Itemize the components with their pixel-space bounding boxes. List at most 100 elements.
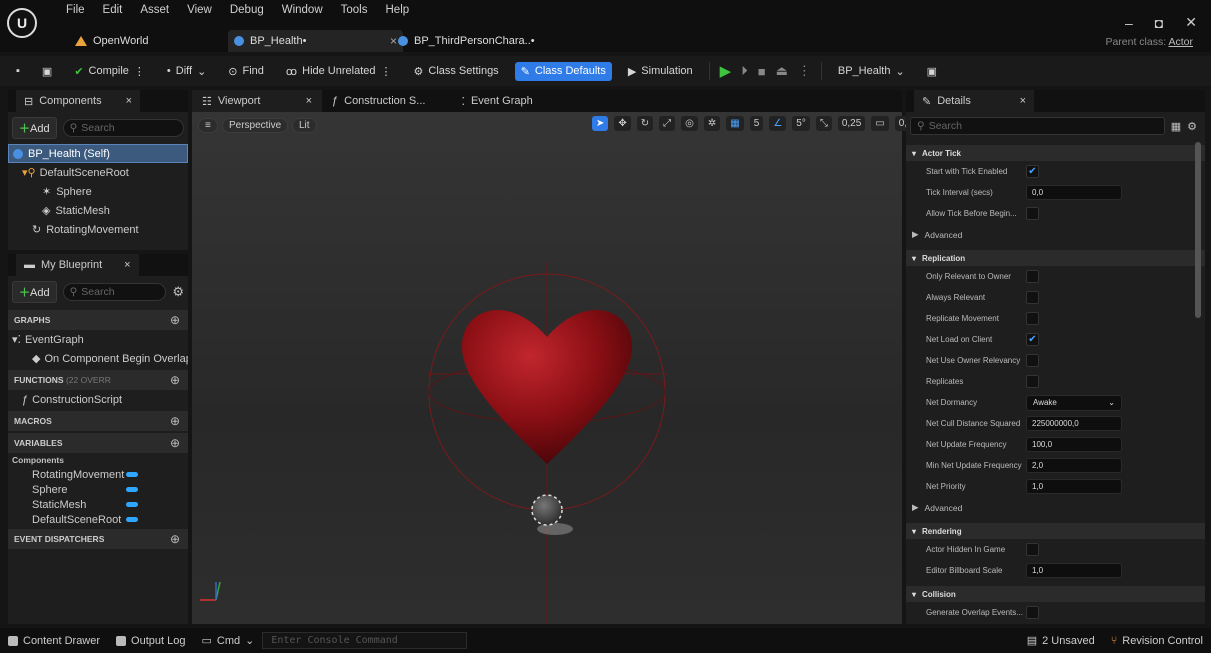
parent-class-link[interactable]: Actor [1168, 36, 1193, 48]
coordinate-space-icon[interactable]: ◎ [681, 116, 698, 131]
find-button[interactable]: ⊙ Find [222, 62, 270, 81]
view-mode-lit-button[interactable]: Lit [292, 118, 317, 133]
property-checkbox[interactable]: ✔ [1026, 333, 1039, 346]
output-log-button[interactable]: Output Log [108, 635, 193, 647]
surface-snap-icon[interactable]: ✲ [703, 116, 721, 131]
add-graph-icon[interactable]: ⊕ [170, 313, 180, 327]
hide-unrelated-button[interactable]: ꝏ Hide Unrelated ⋮ [280, 62, 398, 81]
settings-gear-icon[interactable]: ⚙ [172, 284, 184, 300]
event-dispatchers-section[interactable]: EVENT DISPATCHERS ⊕ [8, 529, 188, 549]
property-checkbox[interactable] [1026, 270, 1039, 283]
details-section-header[interactable]: ▾ Replication [906, 250, 1205, 266]
restore-icon[interactable]: ◘ [1155, 15, 1163, 31]
variable-row[interactable]: RotatingMovement [8, 467, 188, 482]
viewport-options-button[interactable]: ≡ [198, 118, 218, 133]
select-mode-icon[interactable]: ➤ [592, 116, 609, 131]
my-blueprint-tab[interactable]: ▬ My Blueprint × [16, 254, 139, 276]
property-number-input[interactable]: 2,0 [1026, 458, 1122, 473]
add-function-icon[interactable]: ⊕ [170, 373, 180, 387]
tree-item-constructionscript[interactable]: ƒ ConstructionScript [8, 390, 188, 409]
menu-file[interactable]: File [57, 4, 94, 16]
close-tab-icon[interactable]: × [390, 34, 397, 48]
browse-debug-icon[interactable]: ▣ [921, 62, 943, 81]
property-number-input[interactable]: 1,0 [1026, 479, 1122, 494]
menu-help[interactable]: Help [377, 4, 419, 16]
details-tab[interactable]: ✎ Details × [914, 90, 1034, 112]
perspective-button[interactable]: Perspective [222, 118, 289, 133]
grid-snap-icon[interactable]: ▦ [726, 116, 744, 131]
menu-asset[interactable]: Asset [131, 4, 178, 16]
unsaved-button[interactable]: ▤ 2 Unsaved [1019, 634, 1103, 648]
compile-button[interactable]: ✔ Compile ⋮ [68, 62, 151, 81]
property-matrix-icon[interactable]: ▦ [1171, 120, 1181, 133]
simulation-button[interactable]: ▶ Simulation [622, 62, 699, 81]
rotation-snap-value[interactable]: 5° [792, 116, 810, 131]
details-section-header[interactable]: ▾ Actor Tick [906, 145, 1205, 161]
components-search[interactable]: ⚲ Search [62, 119, 184, 137]
step-icon[interactable]: ⏵ [741, 63, 748, 79]
add-variable-icon[interactable]: ⊕ [170, 436, 180, 450]
menu-view[interactable]: View [178, 4, 221, 16]
scale-snap-value[interactable]: 0,25 [837, 116, 866, 131]
tab-bp-thirdperson[interactable]: BP_ThirdPersonChara..• [398, 30, 535, 52]
rotation-snap-icon[interactable]: ∠ [769, 116, 787, 131]
menu-debug[interactable]: Debug [221, 4, 273, 16]
property-checkbox[interactable] [1026, 543, 1039, 556]
class-settings-button[interactable]: ⚙ Class Settings [408, 62, 505, 81]
camera-speed-icon[interactable]: ▭ [871, 116, 889, 131]
property-number-input[interactable]: 100,0 [1026, 437, 1122, 452]
revision-control-button[interactable]: ⑂ Revision Control [1103, 635, 1211, 647]
variables-section[interactable]: VARIABLES ⊕ [8, 433, 188, 453]
tab-construction-script[interactable]: ƒ Construction S... [322, 90, 435, 112]
scale-icon[interactable]: ⤢ [659, 116, 676, 131]
tree-item-eventgraph[interactable]: ▾⁚ EventGraph [8, 330, 188, 349]
property-checkbox[interactable] [1026, 291, 1039, 304]
property-checkbox[interactable] [1026, 375, 1039, 388]
close-icon[interactable]: × [124, 259, 130, 271]
property-number-input[interactable]: 0,0 [1026, 185, 1122, 200]
components-tab[interactable]: ⊟ Components × [16, 90, 141, 112]
grid-size-value[interactable]: 5 [749, 116, 764, 131]
advanced-toggle[interactable]: ▶ Advanced [906, 224, 1205, 245]
graphs-section[interactable]: GRAPHS ⊕ [8, 310, 188, 330]
tab-bp-health[interactable]: BP_Health• × [228, 30, 403, 52]
cmd-dropdown[interactable]: ▭ Cmd ⌄ [193, 634, 262, 648]
close-icon[interactable]: × [126, 95, 132, 107]
details-section-header[interactable]: ▾ Collision [906, 586, 1205, 602]
menu-edit[interactable]: Edit [94, 4, 132, 16]
variable-row[interactable]: Sphere [8, 482, 188, 497]
console-input[interactable]: Enter Console Command [262, 632, 468, 649]
close-icon[interactable]: ✕ [1185, 14, 1197, 31]
blueprint-search[interactable]: ⚲ Search [62, 283, 167, 301]
tab-openworld[interactable]: OpenWorld [75, 30, 148, 52]
property-number-input[interactable]: 1,0 [1026, 563, 1122, 578]
details-section-header[interactable]: ▾ Rendering [906, 523, 1205, 539]
property-checkbox[interactable]: ✔ [1026, 165, 1039, 178]
stop-icon[interactable]: ■ [758, 64, 766, 79]
scale-snap-icon[interactable]: ⤡ [815, 116, 832, 131]
functions-section[interactable]: FUNCTIONS (22 OVERR ⊕ [8, 370, 188, 390]
class-defaults-button[interactable]: ✎ Class Defaults [514, 61, 612, 81]
close-icon[interactable]: × [306, 95, 312, 107]
variable-row[interactable]: StaticMesh [8, 497, 188, 512]
rotate-icon[interactable]: ↻ [636, 116, 654, 131]
property-checkbox[interactable] [1026, 354, 1039, 367]
diff-button[interactable]: • Diff ⌄ [161, 62, 212, 81]
tree-item-self[interactable]: BP_Health (Self) [8, 144, 188, 163]
property-checkbox[interactable] [1026, 606, 1039, 619]
tree-item-sphere[interactable]: ✶ Sphere [8, 182, 188, 201]
variables-category[interactable]: Components [8, 453, 188, 467]
tree-item-defaultsceneroot[interactable]: ▾⚲ DefaultSceneRoot [8, 163, 188, 182]
property-number-input[interactable]: 225000000,0 [1026, 416, 1122, 431]
tree-item-staticmesh[interactable]: ◈ StaticMesh [8, 201, 188, 220]
settings-gear-icon[interactable]: ⚙ [1187, 120, 1197, 133]
add-member-button[interactable]: ＋Add [12, 281, 57, 303]
details-search[interactable]: ⚲ Search [910, 117, 1165, 135]
tab-viewport[interactable]: ☷ Viewport × [192, 90, 322, 112]
menu-window[interactable]: Window [273, 4, 332, 16]
variable-row[interactable]: DefaultSceneRoot [8, 512, 188, 527]
save-icon[interactable]: ▪ [10, 62, 26, 80]
tree-item-rotatingmovement[interactable]: ↻ RotatingMovement [8, 220, 188, 239]
content-drawer-button[interactable]: Content Drawer [0, 635, 108, 647]
translate-icon[interactable]: ✥ [614, 116, 631, 131]
